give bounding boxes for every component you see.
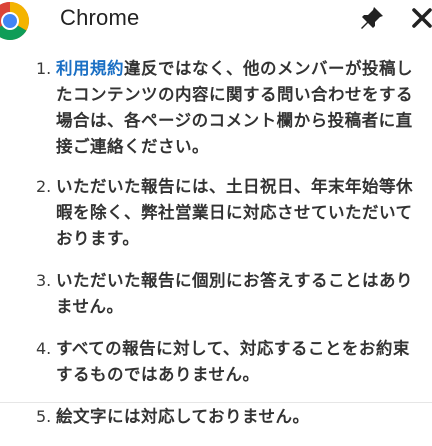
close-icon [412,8,432,28]
close-button[interactable] [408,4,432,32]
pin-icon [361,7,383,29]
list-item: 1. 利用規約違反ではなく、他のメンバーが投稿したコンテンツの内容に関する問い合… [0,56,432,160]
item-number: 2. [36,177,52,196]
item-text: いただいた報告には、土日祝日、年末年始等休暇を除く、弊社営業日に対応させていただ… [56,177,413,248]
item-text: 絵文字には対応しておりません。 [56,407,310,426]
list-item: 5. 絵文字には対応しておりません。 [0,404,432,430]
divider [0,402,432,403]
terms-of-service-link[interactable]: 利用規約 [56,59,124,78]
item-text: すべての報告に対して、対応することをお約束するものではありません。 [56,339,410,384]
list-item: 4. すべての報告に対して、対応することをお約束するものではありません。 [0,336,432,388]
item-number: 4. [36,339,52,358]
notes-list: 1. 利用規約違反ではなく、他のメンバーが投稿したコンテンツの内容に関する問い合… [0,56,432,446]
app-title-bar: Chrome [0,0,432,40]
app-title: Chrome [60,5,140,30]
list-item: 2. いただいた報告には、土日祝日、年末年始等休暇を除く、弊社営業日に対応させて… [0,174,432,252]
list-item: 3. いただいた報告に個別にお答えすることはありません。 [0,268,432,320]
item-text: いただいた報告に個別にお答えすることはありません。 [56,271,413,316]
item-number: 3. [36,271,52,290]
item-text: 利用規約違反ではなく、他のメンバーが投稿したコンテンツの内容に関する問い合わせを… [56,56,422,160]
item-number: 5. [36,407,52,426]
item-number: 1. [36,59,52,78]
chrome-logo-icon [0,2,29,40]
pin-button[interactable] [358,4,386,32]
